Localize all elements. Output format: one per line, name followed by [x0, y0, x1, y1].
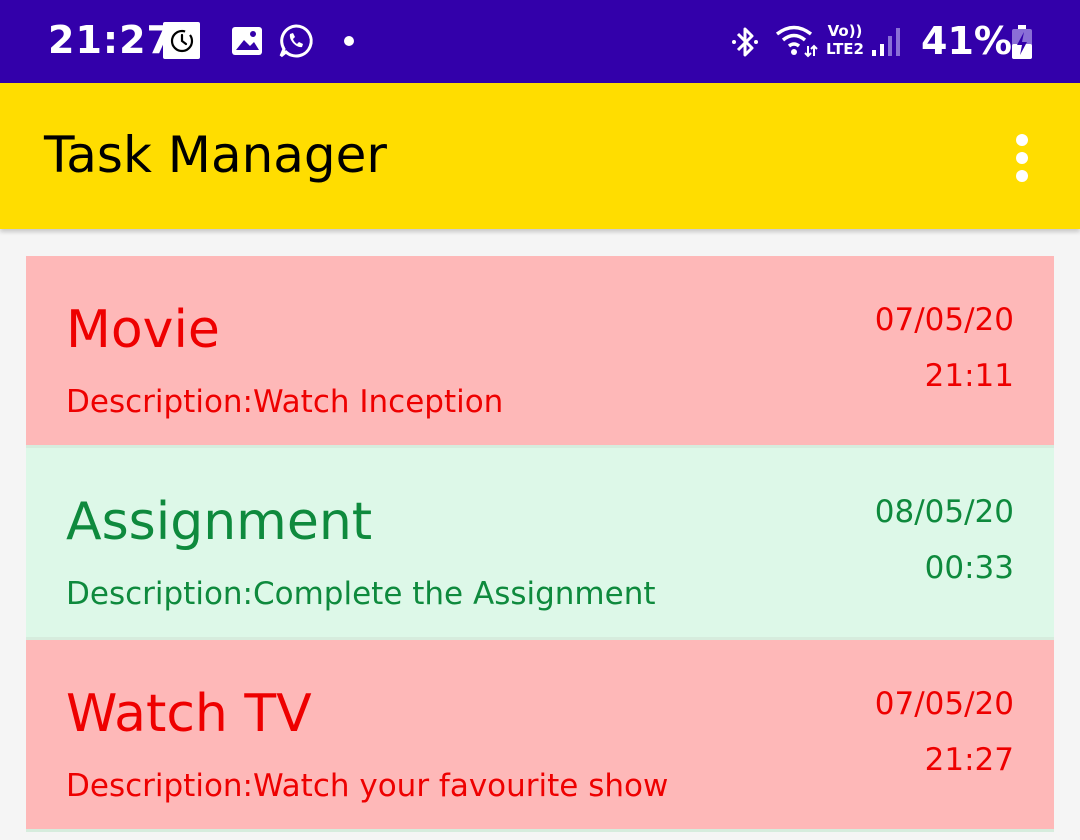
task-title: Movie	[66, 300, 220, 360]
task-description: Description:Complete the Assignment	[66, 576, 656, 612]
task-time: 00:33	[924, 550, 1014, 586]
task-item[interactable]: Watch TV Description:Watch your favourit…	[26, 640, 1054, 832]
task-title: Assignment	[66, 492, 373, 552]
task-description: Description:Watch Inception	[66, 384, 504, 420]
battery-percentage: 41%	[921, 19, 1012, 63]
task-item[interactable]: Movie Description:Watch Inception 07/05/…	[26, 256, 1054, 448]
task-title: Watch TV	[66, 684, 312, 744]
status-bar: 21:27 Vo)) LTE2 41%	[0, 0, 1080, 83]
status-time: 21:27	[48, 18, 174, 62]
task-list: Movie Description:Watch Inception 07/05/…	[26, 256, 1054, 832]
signal-strength-icon	[872, 28, 900, 56]
overflow-menu-icon[interactable]	[1002, 130, 1042, 186]
task-time: 21:11	[924, 358, 1014, 394]
task-description: Description:Watch your favourite show	[66, 768, 669, 804]
menu-dot	[1016, 134, 1028, 146]
volte-label: Vo))	[827, 22, 863, 40]
clock-notification-icon	[163, 22, 200, 59]
bluetooth-icon	[732, 27, 758, 57]
gallery-notification-icon	[232, 26, 262, 55]
menu-dot	[1016, 170, 1028, 182]
battery-charging-icon	[1012, 25, 1032, 59]
more-notifications-dot	[344, 35, 354, 46]
whatsapp-notification-icon	[279, 23, 313, 57]
wifi-icon	[775, 25, 818, 58]
task-date: 07/05/20	[874, 686, 1014, 722]
task-date: 07/05/20	[874, 302, 1014, 338]
task-item[interactable]: Assignment Description:Complete the Assi…	[26, 448, 1054, 640]
app-title: Task Manager	[44, 126, 387, 184]
notification-icons	[163, 22, 354, 59]
task-date: 08/05/20	[874, 494, 1014, 530]
lte-label: LTE2	[826, 40, 864, 58]
volte-indicator: Vo)) LTE2	[822, 22, 868, 62]
menu-dot	[1016, 152, 1028, 164]
task-time: 21:27	[924, 742, 1014, 778]
